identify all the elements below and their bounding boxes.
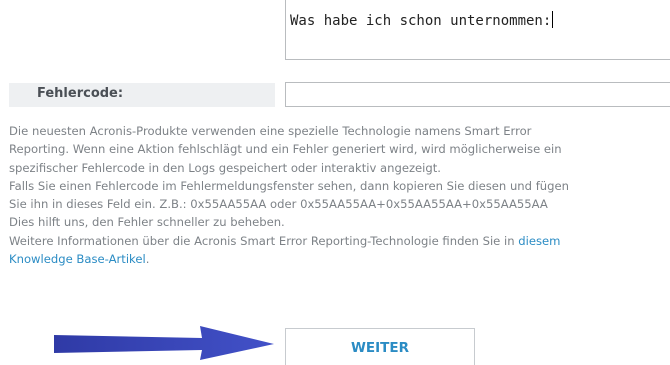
arrow-right-icon [54,326,274,360]
error-code-label-cell: Fehlercode: [9,83,275,107]
text-caret [552,11,554,28]
error-code-label: Fehlercode: [37,86,124,101]
notes-textarea-value: Was habe ich schon unternommen: [290,13,552,29]
kb-info-line-2: Knowledge Base-Artikel. [9,250,670,268]
kb-article-link-continued[interactable]: Knowledge Base-Artikel [9,252,146,266]
kb-info-line: Weitere Informationen über die Acronis S… [9,232,670,250]
description-line: Dies hilft uns, den Fehler schneller zu … [9,215,285,230]
description-text: Die neuesten Acronis-Produkte verwenden … [9,122,670,268]
notes-textarea-text: Was habe ich schon unternommen: [290,11,554,29]
description-line: Reporting. Wenn eine Aktion fehlschlägt … [9,142,562,157]
kb-info-suffix: . [145,252,150,267]
error-code-input[interactable] [285,82,670,107]
kb-info-prefix: Weitere Informationen über die Acronis S… [9,233,519,248]
description-line: Sie ihn in dieses Feld ein. Z.B.: 0x55AA… [9,197,548,212]
description-line: spezifischer Fehlercode in den Logs gesp… [9,160,441,175]
error-report-form: Was habe ich schon unternommen: Fehlerco… [0,0,670,365]
notes-textarea[interactable]: Was habe ich schon unternommen: [285,0,670,60]
continue-button[interactable]: WEITER [285,328,475,365]
kb-article-link[interactable]: diesem [518,234,560,248]
description-line: Falls Sie einen Fehlercode im Fehlermeld… [9,178,569,193]
description-line: Die neuesten Acronis-Produkte verwenden … [9,124,532,138]
